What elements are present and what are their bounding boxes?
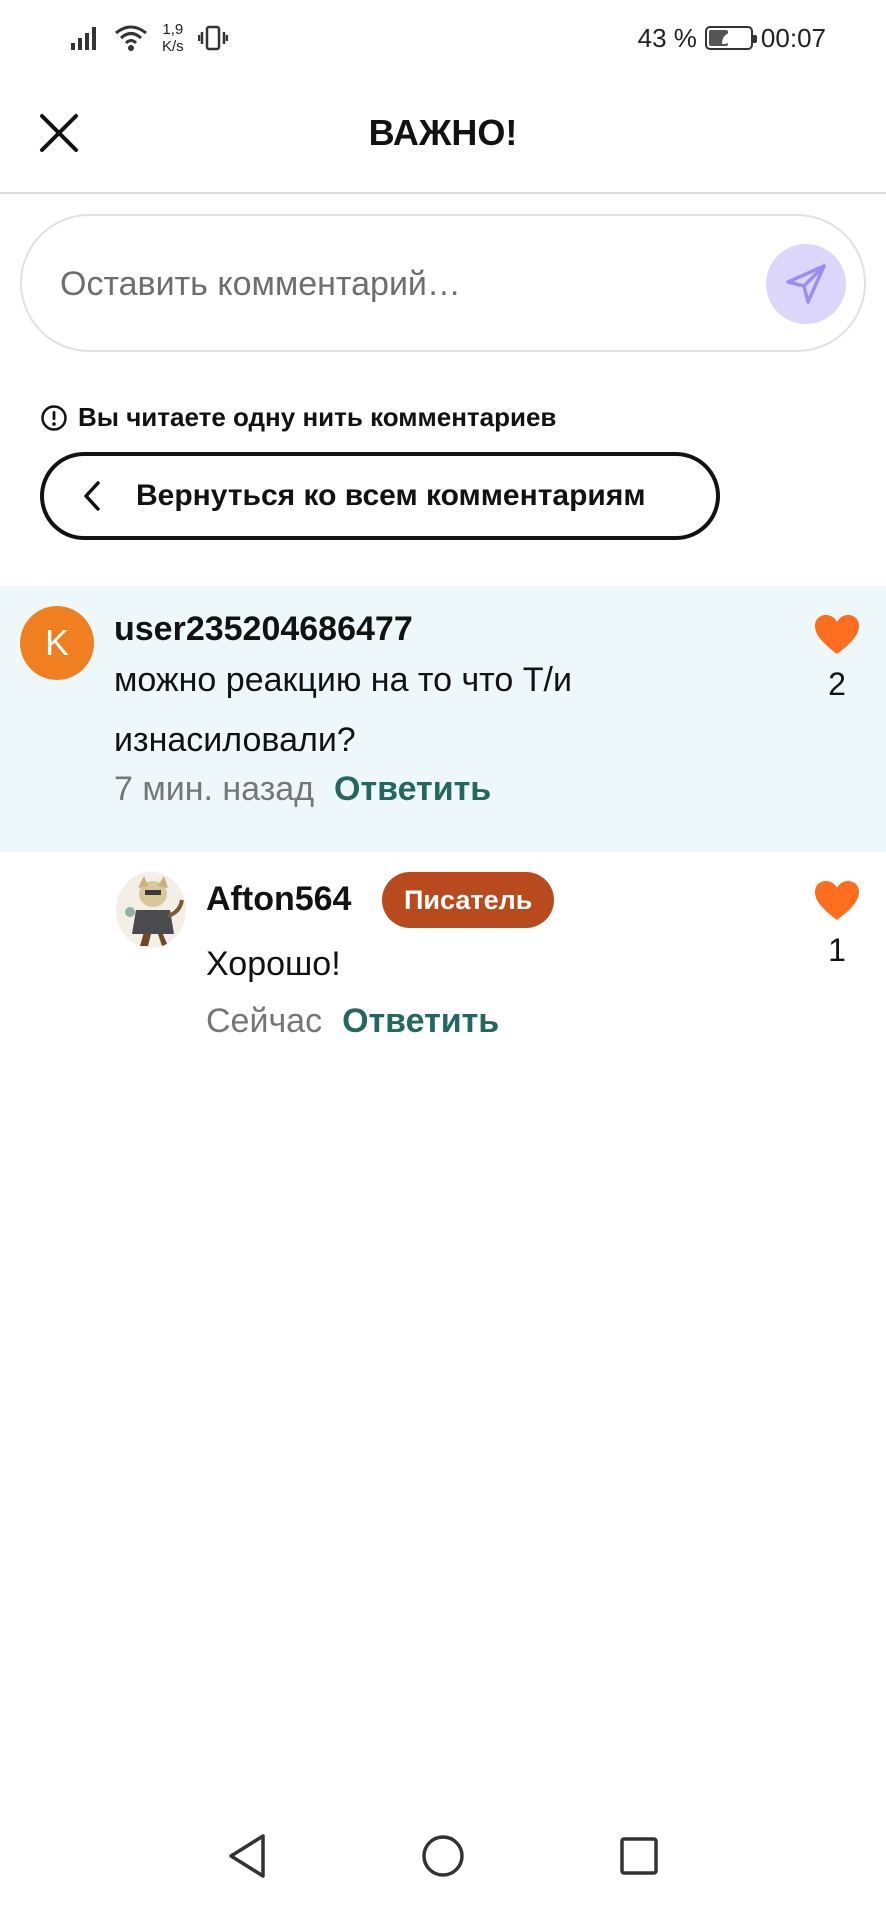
thread-info-text: Вы читаете одну нить комментариев bbox=[78, 402, 557, 432]
comment-meta: Сейчас Ответить bbox=[206, 1002, 499, 1041]
comment-item: Afton564 Писатель Хорошо! Сейчас Ответит… bbox=[0, 852, 886, 1052]
like-control: 2 bbox=[807, 614, 867, 703]
reply-button[interactable]: Ответить bbox=[334, 770, 491, 809]
comment-username[interactable]: user235204686477 bbox=[114, 610, 413, 649]
chevron-left-icon bbox=[84, 481, 100, 511]
status-left: 1,9 K/s bbox=[70, 21, 228, 55]
back-to-all-comments-button[interactable]: Вернуться ко всем комментариям bbox=[40, 452, 720, 540]
comment-item: K user235204686477 можно реакцию на то ч… bbox=[0, 586, 886, 852]
wifi-icon bbox=[115, 25, 147, 51]
avatar[interactable]: K bbox=[20, 606, 94, 680]
send-icon bbox=[786, 264, 826, 304]
system-nav-bar bbox=[0, 1792, 886, 1920]
comment-time: 7 мин. назад bbox=[114, 770, 315, 808]
nav-back-icon bbox=[229, 1834, 265, 1878]
heart-icon[interactable] bbox=[813, 614, 861, 656]
battery-icon bbox=[704, 26, 757, 50]
signal-icon bbox=[71, 27, 96, 50]
send-button[interactable] bbox=[766, 244, 846, 324]
comment-username[interactable]: Afton564 bbox=[206, 880, 351, 919]
like-count: 1 bbox=[828, 932, 846, 968]
nav-recent-button[interactable] bbox=[611, 1828, 667, 1884]
avatar-image bbox=[116, 872, 186, 948]
nav-recent-icon bbox=[620, 1837, 658, 1875]
comment-input[interactable] bbox=[60, 246, 740, 322]
clock: 00:07 bbox=[760, 22, 826, 53]
heart-icon[interactable] bbox=[813, 880, 861, 922]
avatar[interactable] bbox=[116, 872, 186, 948]
vibrate-icon bbox=[197, 25, 228, 51]
writer-badge: Писатель bbox=[382, 872, 555, 928]
comment-text: можно реакцию на то что Т/и изнасиловали… bbox=[114, 661, 572, 759]
header: ВАЖНО! bbox=[0, 76, 886, 194]
nav-home-icon bbox=[422, 1835, 464, 1877]
status-right: 43 % 00:07 bbox=[638, 23, 826, 54]
network-speed: 1,9 K/s bbox=[162, 21, 184, 55]
comment-box bbox=[20, 214, 866, 352]
like-control: 1 bbox=[807, 880, 867, 969]
comment-text: Хорошо! bbox=[206, 945, 341, 983]
info-icon bbox=[41, 404, 67, 431]
comment-meta: 7 мин. назад Ответить bbox=[114, 770, 491, 809]
page-title: ВАЖНО! bbox=[368, 112, 518, 153]
screen: 1,9 K/s 43 % 00:07 ВАЖНО! Оставить комме… bbox=[0, 0, 886, 1920]
battery-percent: 43 % bbox=[637, 22, 697, 53]
network-speed-unit: K/s bbox=[162, 38, 184, 55]
nav-home-button[interactable] bbox=[415, 1828, 471, 1884]
nav-back-button[interactable] bbox=[219, 1828, 275, 1884]
reply-button[interactable]: Ответить bbox=[342, 1002, 499, 1041]
thread-info: Вы читаете одну нить комментариев bbox=[40, 402, 556, 433]
like-count: 2 bbox=[828, 666, 846, 702]
status-bar: 1,9 K/s 43 % 00:07 bbox=[0, 0, 886, 76]
comment-time: Сейчас bbox=[206, 1002, 323, 1040]
back-to-all-comments-label: Вернуться ко всем комментариям bbox=[136, 479, 646, 512]
network-speed-value: 1,9 bbox=[162, 21, 184, 38]
leaf-icon bbox=[721, 32, 736, 44]
